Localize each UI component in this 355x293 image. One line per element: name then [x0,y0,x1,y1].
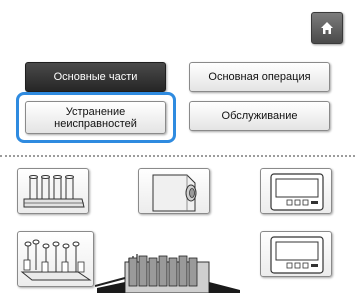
maintenance-label: Обслуживание [221,110,298,122]
troubleshooting-label: Устранение неисправностей [54,105,137,130]
section-divider [0,155,355,157]
embroidery-machine-illustration [94,238,245,293]
basic-operation-button[interactable]: Основная операция [189,62,330,92]
thread-spools-button[interactable] [17,168,89,214]
basic-parts-label: Основные части [53,71,138,83]
basic-parts-button[interactable]: Основные части [25,62,166,92]
lcd-panel-button-2[interactable] [260,231,332,277]
home-icon [319,20,335,36]
spool-stand-button[interactable] [17,231,94,287]
troubleshooting-button[interactable]: Устранение неисправностей [25,101,166,134]
handwheel-button[interactable] [138,168,210,214]
home-button[interactable] [311,12,343,44]
lcd-panel-button[interactable] [260,168,332,214]
maintenance-button[interactable]: Обслуживание [189,101,330,131]
basic-operation-label: Основная операция [208,71,311,83]
